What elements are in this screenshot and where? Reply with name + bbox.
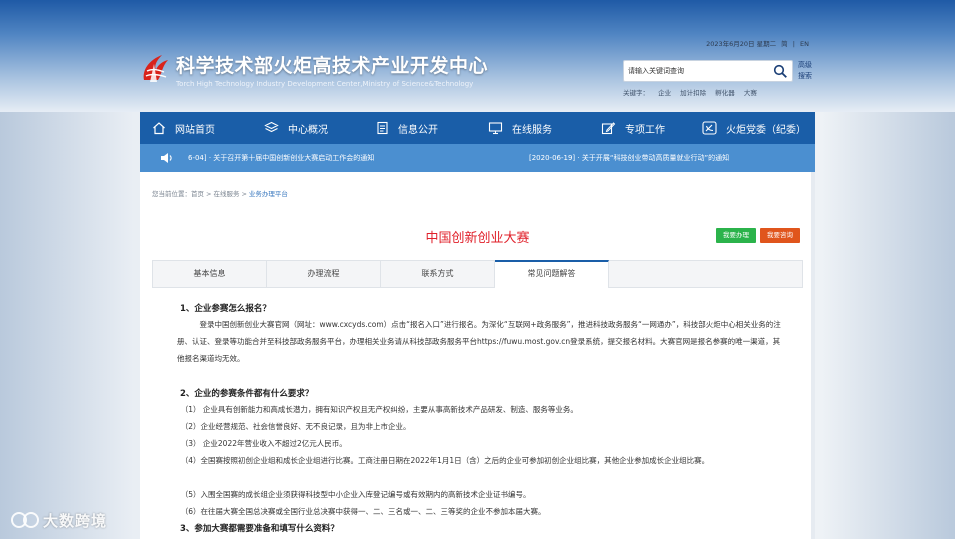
search-input[interactable]: [628, 61, 768, 81]
nav-online-service-label: 在线服务: [512, 124, 552, 136]
keyword-link[interactable]: 企业: [658, 89, 671, 97]
monitor-icon: [488, 122, 503, 135]
lang-english-link[interactable]: EN: [800, 40, 809, 48]
site-subtitle: Torch High Technology Industry Developme…: [176, 80, 474, 88]
edit-icon: [601, 122, 616, 135]
tab-bar: 基本信息 办理流程 联系方式 常见问题解答: [152, 260, 803, 288]
torch-logo[interactable]: [140, 52, 170, 86]
speaker-icon: [161, 153, 172, 163]
faq-question-3: 3、参加大赛都需要准备和填写什么资料？: [180, 524, 339, 534]
current-date: 2023年6月20日 星期二: [706, 40, 777, 48]
notice-link[interactable]: 6-04] · 关于召开第十届中国创新创业大赛启动工作会的通知: [188, 144, 374, 172]
keyword-link[interactable]: 孵化器: [715, 89, 735, 97]
faq-question-2: 2、企业的参赛条件都有什么要求？: [180, 389, 314, 399]
nav-info-disclosure[interactable]: 信息公开: [376, 112, 438, 144]
advanced-search-link[interactable]: 高级搜索: [798, 60, 818, 82]
nav-info-disclosure-label: 信息公开: [398, 124, 438, 136]
breadcrumb-online-service[interactable]: 在线服务: [213, 190, 239, 198]
watermark: 大数跨境: [10, 510, 107, 530]
nav-online-service[interactable]: 在线服务: [488, 112, 552, 144]
nav-party-committee[interactable]: 火炬党委（纪委）: [702, 112, 806, 144]
watermark-logo-icon: [11, 512, 39, 528]
tab-process[interactable]: 办理流程: [267, 261, 381, 287]
keywords-label: 关键字：: [623, 89, 649, 97]
faq-condition-5: （5）入围全国赛的成长组企业须获得科技型中小企业入库登记编号或有效期内的高新技术…: [180, 490, 531, 499]
nav-home-label: 网站首页: [175, 124, 215, 136]
nav-party-committee-label: 火炬党委（纪委）: [726, 124, 806, 136]
party-emblem-icon: [702, 121, 717, 135]
breadcrumb: 您当前位置：首页 > 在线服务 > 业务办理平台: [152, 188, 288, 198]
page-title: 中国创新创业大赛: [425, 231, 530, 246]
nav-center-overview[interactable]: 中心概况: [264, 112, 328, 144]
faq-condition-4: （4）全国赛按照初创企业组和成长企业组进行比赛。工商注册日期在2022年1月1日…: [180, 456, 710, 465]
keyword-link[interactable]: 加计扣除: [680, 89, 706, 97]
faq-condition-3: （3） 企业2022年营业收入不超过2亿元人民币。: [180, 439, 347, 448]
faq-answer-1: 登录中国创新创业大赛官网（网址：www.cxcyds.com）点击“报名入口”进…: [177, 320, 781, 363]
date-language-bar: 2023年6月20日 星期二 简 | EN: [703, 38, 809, 48]
watermark-text: 大数跨境: [43, 511, 108, 530]
lang-simplified-link[interactable]: 简: [781, 40, 788, 48]
tab-faq[interactable]: 常见问题解答: [495, 260, 609, 288]
document-icon: [377, 121, 388, 135]
search-box: [623, 60, 793, 82]
breadcrumb-label: 您当前位置：: [152, 190, 191, 198]
consult-button[interactable]: 我要咨询: [760, 228, 800, 243]
nav-special-work-label: 专项工作: [625, 124, 665, 136]
breadcrumb-separator: >: [241, 190, 247, 198]
site-header: 科学技术部火炬高技术产业开发中心 Torch High Technology I…: [140, 35, 815, 113]
tab-contact[interactable]: 联系方式: [381, 261, 495, 287]
apply-button[interactable]: 我要办理: [716, 228, 756, 243]
hot-keywords: 关键字： 企业 加计扣除 孵化器 大赛: [623, 87, 764, 97]
breadcrumb-home[interactable]: 首页: [191, 190, 204, 198]
keyword-link[interactable]: 大赛: [744, 89, 757, 97]
tab-basic-info[interactable]: 基本信息: [153, 261, 267, 287]
nav-home[interactable]: 网站首页: [152, 112, 215, 144]
search-icon[interactable]: [773, 64, 788, 79]
home-icon: [153, 122, 165, 135]
faq-question-1: 1、企业参赛怎么报名？: [180, 304, 271, 314]
notice-link[interactable]: [2020-06-19] · 关于开展“科技创业带动高质量就业行动”的通知: [529, 144, 729, 172]
faq-condition-6: （6）在往届大赛全国总决赛或全国行业总决赛中获得一、二、三名或一、二、三等奖的企…: [180, 507, 546, 516]
nav-special-work[interactable]: 专项工作: [601, 112, 665, 144]
main-nav: 网站首页 中心概况 信息公开 在线服务 专项工作 火炬党委（纪委）: [140, 112, 815, 144]
scrollbar[interactable]: [811, 172, 815, 539]
faq-condition-2: （2）企业经营规范、社会信誉良好、无不良记录，且为非上市企业。: [180, 422, 411, 431]
layers-icon: [264, 121, 279, 133]
site-title[interactable]: 科学技术部火炬高技术产业开发中心: [176, 51, 488, 78]
content-panel: 您当前位置：首页 > 在线服务 > 业务办理平台 中国创新创业大赛 我要办理 我要咨询 …: [140, 172, 815, 539]
breadcrumb-separator: >: [206, 190, 212, 198]
notice-ticker: 6-04] · 关于召开第十届中国创新创业大赛启动工作会的通知 [2020-06…: [140, 144, 815, 172]
breadcrumb-current[interactable]: 业务办理平台: [249, 190, 288, 198]
lang-separator: |: [792, 40, 795, 48]
nav-center-overview-label: 中心概况: [288, 124, 328, 136]
faq-condition-1: （1） 企业具有创新能力和高成长潜力，拥有知识产权且无产权纠纷，主要从事高新技术…: [180, 405, 578, 414]
